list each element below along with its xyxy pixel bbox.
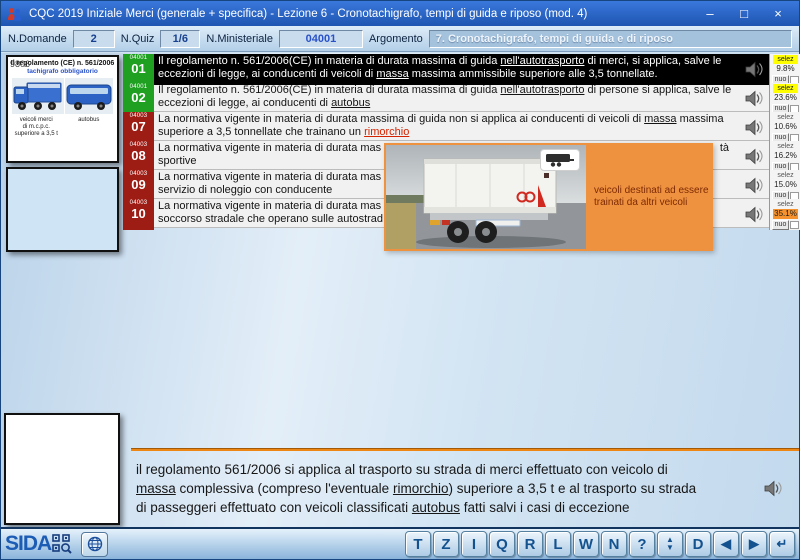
selez-label: selez <box>773 200 798 209</box>
prev-button[interactable]: ◀ <box>713 531 739 557</box>
key-buttons: TZIQRLWN?▲▼D◀▶↵ <box>405 531 795 557</box>
question-number: 01 <box>131 62 145 76</box>
question-row[interactable]: 0400102Il regolamento n. 561/2006(CE) in… <box>123 83 800 112</box>
truck-caption: veicoli merci di m.c.p.c. superiore a 3,… <box>10 117 63 138</box>
figure-number: 9806 <box>10 59 30 69</box>
maximize-button[interactable]: □ <box>733 4 755 24</box>
figure-card: 9806 Il regolamento (CE) n. 561/2006 tac… <box>6 55 119 163</box>
key-button-t[interactable]: T <box>405 531 431 557</box>
ndomande-field[interactable]: 2 <box>73 30 115 48</box>
trailer-photo <box>386 145 586 249</box>
bus-image <box>65 78 113 116</box>
nministeriale-field[interactable]: 04001 <box>279 30 363 48</box>
minimize-button[interactable]: – <box>699 4 721 24</box>
question-number: 09 <box>131 178 145 192</box>
figure-subtitle: tachigrafo obbligatorio <box>8 68 117 75</box>
question-number: 10 <box>131 207 145 221</box>
speaker-icon[interactable] <box>735 54 769 85</box>
selection-stats-cell: selez10.6%nuo <box>769 112 800 143</box>
selez-percentage: 16.2% <box>773 151 798 161</box>
key-button-q[interactable]: Q <box>489 531 515 557</box>
speaker-icon[interactable] <box>735 141 769 172</box>
sida-logo: SIDA <box>5 532 108 557</box>
key-button-r[interactable]: R <box>517 531 543 557</box>
nquiz-label: N.Quiz <box>121 33 155 45</box>
speaker-icon[interactable] <box>735 83 769 114</box>
globe-button[interactable] <box>81 532 108 557</box>
nquiz-field[interactable]: 1/6 <box>160 30 200 48</box>
sida-logo-text: SIDA <box>5 532 51 556</box>
quiz-toolbar: N.Domande 2 N.Quiz 1/6 N.Ministeriale 04… <box>1 26 799 52</box>
question-number-badge: 0400307 <box>123 112 154 143</box>
enter-button[interactable]: ↵ <box>769 531 795 557</box>
window-title: CQC 2019 Iniziale Merci (generale + spec… <box>29 8 692 20</box>
truck-image <box>12 78 64 116</box>
empty-panel-top <box>6 167 119 252</box>
selection-stats-cell: selez35.1%nuo <box>769 199 800 230</box>
selez-percentage: 23.6% <box>773 93 798 103</box>
bus-caption: autobus <box>63 117 116 138</box>
question-number-badge: 0400101 <box>123 54 154 85</box>
spinner-button[interactable]: ▲▼ <box>657 531 683 557</box>
selection-stats-cell: selez16.2%nuo <box>769 141 800 172</box>
selez-label: selez <box>773 55 798 64</box>
spinner-down-icon[interactable]: ▼ <box>666 544 674 552</box>
selez-label: selez <box>773 84 798 93</box>
empty-panel-bottom <box>4 413 120 525</box>
app-icon <box>7 7 22 21</box>
question-text: La normativa vigente in materia di durat… <box>154 112 735 143</box>
question-text: Il regolamento n. 561/2006(CE) in materi… <box>154 54 735 85</box>
question-number-badge: 0400102 <box>123 83 154 114</box>
ndomande-label: N.Domande <box>8 33 67 45</box>
orange-divider <box>131 448 799 451</box>
question-number-badge: 0400309 <box>123 170 154 201</box>
question-number: 02 <box>131 91 145 105</box>
question-number: 07 <box>131 120 145 134</box>
qr-code-icon <box>52 534 72 554</box>
image-tooltip: veicoli destinati ad essere trainati da … <box>384 143 713 251</box>
key-button-i[interactable]: I <box>461 531 487 557</box>
explanation-speaker-icon[interactable] <box>761 480 782 502</box>
bottom-toolbar: SIDA <box>1 527 799 559</box>
key-button-w[interactable]: W <box>573 531 599 557</box>
main-area: 9806 Il regolamento (CE) n. 561/2006 tac… <box>1 53 799 527</box>
selez-label: selez <box>773 171 798 180</box>
explanation-text: il regolamento 561/2006 si applica al tr… <box>136 460 772 517</box>
selection-stats-cell: selez23.6%nuo <box>769 83 800 114</box>
nuo-button[interactable]: nuo <box>772 220 790 230</box>
speaker-icon[interactable] <box>735 112 769 143</box>
next-button[interactable]: ▶ <box>741 531 767 557</box>
nuo-checkbox[interactable] <box>790 221 799 229</box>
close-button[interactable]: × <box>767 4 789 24</box>
question-number-badge: 0400310 <box>123 199 154 230</box>
app-window: CQC 2019 Iniziale Merci (generale + spec… <box>0 0 800 560</box>
trailer-icon <box>540 149 580 171</box>
selez-percentage: 35.1% <box>773 209 798 219</box>
key-button-n[interactable]: N <box>601 531 627 557</box>
question-row[interactable]: 0400101Il regolamento n. 561/2006(CE) in… <box>123 54 800 83</box>
key-button-z[interactable]: Z <box>433 531 459 557</box>
selez-percentage: 15.0% <box>773 180 798 190</box>
key-button-d[interactable]: D <box>685 531 711 557</box>
argomento-field[interactable]: 7. Cronotachigrafo, tempi di guida e di … <box>429 30 792 48</box>
speaker-icon[interactable] <box>735 170 769 201</box>
tooltip-caption: veicoli destinati ad essere trainati da … <box>588 143 713 251</box>
nministeriale-label: N.Ministeriale <box>206 33 273 45</box>
titlebar: CQC 2019 Iniziale Merci (generale + spec… <box>1 1 799 26</box>
selez-label: selez <box>773 113 798 122</box>
question-number-badge: 0400308 <box>123 141 154 172</box>
selection-stats-cell: selez9.8%nuo <box>769 54 800 85</box>
question-row[interactable]: 0400307La normativa vigente in materia d… <box>123 112 800 141</box>
key-button-l[interactable]: L <box>545 531 571 557</box>
selez-percentage: 10.6% <box>773 122 798 132</box>
argomento-label: Argomento <box>369 33 423 45</box>
question-number: 08 <box>131 149 145 163</box>
key-button-help[interactable]: ? <box>629 531 655 557</box>
speaker-icon[interactable] <box>735 199 769 230</box>
selez-label: selez <box>773 142 798 151</box>
selez-percentage: 9.8% <box>773 64 798 74</box>
question-text: Il regolamento n. 561/2006(CE) in materi… <box>154 83 735 114</box>
selection-stats-cell: selez15.0%nuo <box>769 170 800 201</box>
